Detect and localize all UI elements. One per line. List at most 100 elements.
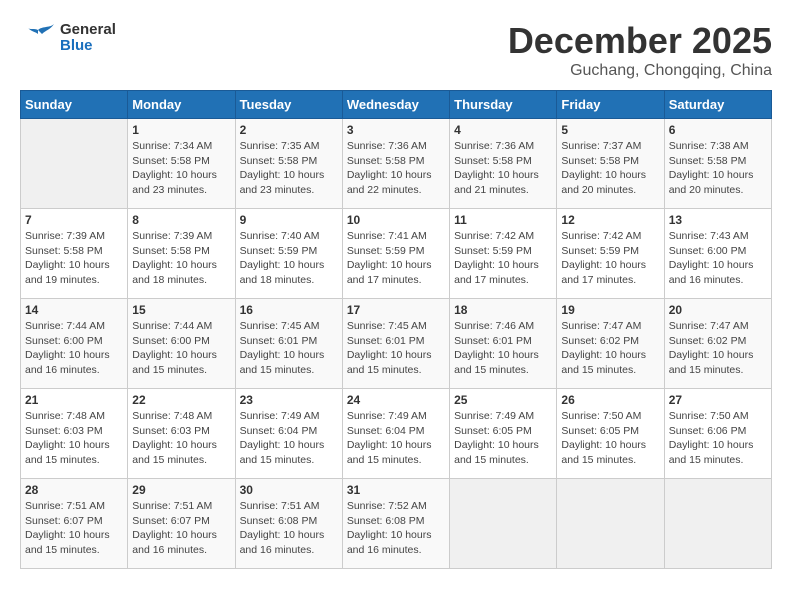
day-header-monday: Monday [128, 91, 235, 119]
calendar-day-cell: 28Sunrise: 7:51 AM Sunset: 6:07 PM Dayli… [21, 479, 128, 569]
day-number: 23 [240, 393, 338, 407]
day-number: 26 [561, 393, 659, 407]
empty-cell [21, 119, 128, 209]
day-number: 16 [240, 303, 338, 317]
day-number: 21 [25, 393, 123, 407]
day-info: Sunrise: 7:38 AM Sunset: 5:58 PM Dayligh… [669, 139, 767, 198]
logo-text-general: General [60, 22, 116, 39]
day-header-tuesday: Tuesday [235, 91, 342, 119]
day-info: Sunrise: 7:47 AM Sunset: 6:02 PM Dayligh… [561, 319, 659, 378]
day-info: Sunrise: 7:36 AM Sunset: 5:58 PM Dayligh… [454, 139, 552, 198]
empty-cell [557, 479, 664, 569]
day-header-sunday: Sunday [21, 91, 128, 119]
day-number: 5 [561, 123, 659, 137]
calendar-day-cell: 2Sunrise: 7:35 AM Sunset: 5:58 PM Daylig… [235, 119, 342, 209]
day-info: Sunrise: 7:48 AM Sunset: 6:03 PM Dayligh… [132, 409, 230, 468]
day-info: Sunrise: 7:49 AM Sunset: 6:05 PM Dayligh… [454, 409, 552, 468]
logo-bird-icon [20, 20, 56, 56]
day-info: Sunrise: 7:50 AM Sunset: 6:05 PM Dayligh… [561, 409, 659, 468]
calendar-day-cell: 19 Sunrise: 7:47 AM Sunset: 6:02 PM Dayli… [557, 299, 664, 389]
calendar-day-cell: 27Sunrise: 7:50 AM Sunset: 6:06 PM Dayli… [664, 389, 771, 479]
calendar-day-cell: 10 Sunrise: 7:41 AM Sunset: 5:59 PM Dayli… [342, 209, 449, 299]
calendar-week-row: 14 Sunrise: 7:44 AM Sunset: 6:00 PM Dayli… [21, 299, 772, 389]
day-number: 10 [347, 213, 445, 227]
day-info: Sunrise: 7:51 AM Sunset: 6:08 PM Dayligh… [240, 499, 338, 558]
calendar-day-cell: 25Sunrise: 7:49 AM Sunset: 6:05 PM Dayli… [450, 389, 557, 479]
calendar-day-cell: 4 Sunrise: 7:36 AM Sunset: 5:58 PM Daylig… [450, 119, 557, 209]
day-info: Sunrise: 7:52 AM Sunset: 6:08 PM Dayligh… [347, 499, 445, 558]
day-number: 7 [25, 213, 123, 227]
calendar-day-cell: 20 Sunrise: 7:47 AM Sunset: 6:02 PM Dayli… [664, 299, 771, 389]
day-header-thursday: Thursday [450, 91, 557, 119]
logo: General Blue [20, 20, 116, 56]
empty-cell [664, 479, 771, 569]
day-number: 13 [669, 213, 767, 227]
calendar-week-row: 21 Sunrise: 7:48 AM Sunset: 6:03 PM Dayli… [21, 389, 772, 479]
day-info: Sunrise: 7:42 AM Sunset: 5:59 PM Dayligh… [561, 229, 659, 288]
day-number: 24 [347, 393, 445, 407]
calendar-day-cell: 11 Sunrise: 7:42 AM Sunset: 5:59 PM Dayli… [450, 209, 557, 299]
calendar-day-cell: 1 Sunrise: 7:34 AM Sunset: 5:58 PM Daylig… [128, 119, 235, 209]
day-info: Sunrise: 7:39 AM Sunset: 5:58 PM Dayligh… [25, 229, 123, 288]
day-header-saturday: Saturday [664, 91, 771, 119]
day-number: 4 [454, 123, 552, 137]
calendar-day-cell: 9Sunrise: 7:40 AM Sunset: 5:59 PM Daylig… [235, 209, 342, 299]
day-number: 8 [132, 213, 230, 227]
calendar-day-cell: 14 Sunrise: 7:44 AM Sunset: 6:00 PM Dayli… [21, 299, 128, 389]
day-info: Sunrise: 7:34 AM Sunset: 5:58 PM Dayligh… [132, 139, 230, 198]
calendar-day-cell: 30 Sunrise: 7:51 AM Sunset: 6:08 PM Dayli… [235, 479, 342, 569]
day-number: 27 [669, 393, 767, 407]
day-number: 30 [240, 483, 338, 497]
day-number: 28 [25, 483, 123, 497]
day-number: 19 [561, 303, 659, 317]
day-info: Sunrise: 7:51 AM Sunset: 6:07 PM Dayligh… [132, 499, 230, 558]
day-info: Sunrise: 7:39 AM Sunset: 5:58 PM Dayligh… [132, 229, 230, 288]
calendar-day-cell: 15 Sunrise: 7:44 AM Sunset: 6:00 PM Dayli… [128, 299, 235, 389]
day-info: Sunrise: 7:44 AM Sunset: 6:00 PM Dayligh… [132, 319, 230, 378]
empty-cell [450, 479, 557, 569]
calendar-day-cell: 7 Sunrise: 7:39 AM Sunset: 5:58 PM Daylig… [21, 209, 128, 299]
day-info: Sunrise: 7:47 AM Sunset: 6:02 PM Dayligh… [669, 319, 767, 378]
day-info: Sunrise: 7:48 AM Sunset: 6:03 PM Dayligh… [25, 409, 123, 468]
calendar-day-cell: 18 Sunrise: 7:46 AM Sunset: 6:01 PM Dayli… [450, 299, 557, 389]
title-section: December 2025 Guchang, Chongqing, China [508, 20, 772, 80]
day-number: 9 [240, 213, 338, 227]
day-number: 31 [347, 483, 445, 497]
day-info: Sunrise: 7:43 AM Sunset: 6:00 PM Dayligh… [669, 229, 767, 288]
day-info: Sunrise: 7:36 AM Sunset: 5:58 PM Dayligh… [347, 139, 445, 198]
calendar-day-cell: 26 Sunrise: 7:50 AM Sunset: 6:05 PM Dayli… [557, 389, 664, 479]
calendar-table: SundayMondayTuesdayWednesdayThursdayFrid… [20, 90, 772, 569]
calendar-day-cell: 13 Sunrise: 7:43 AM Sunset: 6:00 PM Dayli… [664, 209, 771, 299]
calendar-week-row: 28 Sunrise: 7:51 AM Sunset: 6:07 PM Dayli… [21, 479, 772, 569]
calendar-day-cell: 22Sunrise: 7:48 AM Sunset: 6:03 PM Dayli… [128, 389, 235, 479]
calendar-day-cell: 12Sunrise: 7:42 AM Sunset: 5:59 PM Dayli… [557, 209, 664, 299]
day-number: 18 [454, 303, 552, 317]
day-number: 20 [669, 303, 767, 317]
day-number: 29 [132, 483, 230, 497]
calendar-day-cell: 24 Sunrise: 7:49 AM Sunset: 6:04 PM Dayli… [342, 389, 449, 479]
calendar-day-cell: 21 Sunrise: 7:48 AM Sunset: 6:03 PM Dayli… [21, 389, 128, 479]
day-number: 14 [25, 303, 123, 317]
day-number: 11 [454, 213, 552, 227]
page-header: General Blue December 2025 Guchang, Chon… [20, 20, 772, 80]
month-title: December 2025 [508, 20, 772, 62]
day-info: Sunrise: 7:42 AM Sunset: 5:59 PM Dayligh… [454, 229, 552, 288]
calendar-week-row: 7 Sunrise: 7:39 AM Sunset: 5:58 PM Daylig… [21, 209, 772, 299]
location-title: Guchang, Chongqing, China [508, 62, 772, 80]
day-info: Sunrise: 7:41 AM Sunset: 5:59 PM Dayligh… [347, 229, 445, 288]
calendar-day-cell: 6 Sunrise: 7:38 AM Sunset: 5:58 PM Daylig… [664, 119, 771, 209]
logo-text-blue: Blue [60, 38, 116, 55]
day-info: Sunrise: 7:44 AM Sunset: 6:00 PM Dayligh… [25, 319, 123, 378]
day-info: Sunrise: 7:46 AM Sunset: 6:01 PM Dayligh… [454, 319, 552, 378]
day-number: 3 [347, 123, 445, 137]
day-info: Sunrise: 7:45 AM Sunset: 6:01 PM Dayligh… [347, 319, 445, 378]
day-info: Sunrise: 7:37 AM Sunset: 5:58 PM Dayligh… [561, 139, 659, 198]
calendar-week-row: 1 Sunrise: 7:34 AM Sunset: 5:58 PM Daylig… [21, 119, 772, 209]
day-header-friday: Friday [557, 91, 664, 119]
day-info: Sunrise: 7:49 AM Sunset: 6:04 PM Dayligh… [347, 409, 445, 468]
day-number: 1 [132, 123, 230, 137]
calendar-day-cell: 31 Sunrise: 7:52 AM Sunset: 6:08 PM Dayli… [342, 479, 449, 569]
calendar-day-cell: 16Sunrise: 7:45 AM Sunset: 6:01 PM Dayli… [235, 299, 342, 389]
day-number: 15 [132, 303, 230, 317]
day-number: 6 [669, 123, 767, 137]
